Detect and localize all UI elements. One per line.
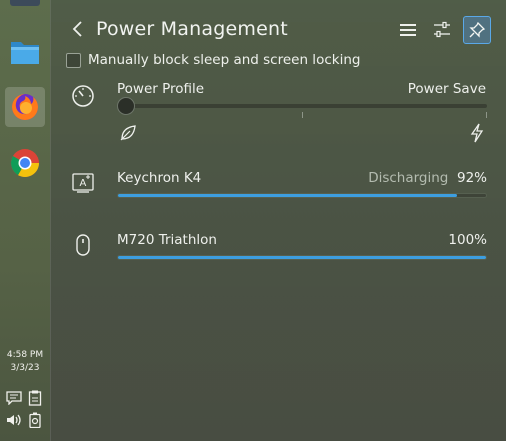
battery-icon[interactable] [27, 412, 43, 428]
battery-bar [117, 255, 487, 260]
battery-bar-fill [118, 256, 486, 259]
sliders-icon [434, 21, 450, 38]
power-profile-slider-handle[interactable] [117, 97, 135, 115]
power-profile-slider[interactable] [117, 104, 487, 108]
configure-button[interactable] [428, 16, 456, 44]
menu-button[interactable] [394, 16, 422, 44]
slider-tick [486, 112, 487, 118]
partial-app-icon[interactable] [10, 0, 40, 6]
back-button[interactable] [67, 18, 87, 40]
mouse-icon [76, 234, 90, 256]
block-sleep-checkbox[interactable] [66, 52, 81, 68]
slider-tick [302, 112, 303, 118]
power-management-popup: Power Management Manually block sleep an… [50, 0, 506, 441]
clock-date[interactable]: 3/3/23 [0, 362, 50, 375]
power-profile-label: Power Profile [117, 81, 205, 97]
device-status-text: Discharging [368, 170, 449, 186]
folder-icon [11, 42, 39, 64]
page-title: Power Management [96, 18, 288, 40]
pin-button[interactable] [463, 16, 491, 44]
firefox-app-button[interactable] [5, 87, 45, 127]
battery-bar [117, 193, 487, 198]
chevron-left-icon [72, 21, 82, 37]
hamburger-menu-icon [400, 24, 416, 36]
pin-icon [469, 22, 485, 38]
device-name: Keychron K4 [117, 170, 202, 186]
clipboard-icon[interactable] [27, 390, 43, 406]
leaf-icon [120, 125, 136, 141]
firefox-icon [12, 94, 38, 120]
device-status: Discharging 92% [368, 170, 487, 186]
power-profile-value: Power Save [407, 81, 486, 97]
notifications-icon[interactable] [6, 390, 22, 406]
lightning-icon [470, 123, 484, 143]
task-manager-dock: 4:58 PM 3/3/23 [0, 0, 51, 441]
block-sleep-checkbox-row[interactable]: Manually block sleep and screen locking [66, 51, 360, 69]
popup-header: Power Management [51, 10, 506, 50]
device-percent: 100% [448, 232, 487, 248]
device-percent: 92% [456, 170, 487, 186]
files-app-button[interactable] [5, 32, 45, 72]
block-sleep-label: Manually block sleep and screen locking [88, 52, 361, 68]
battery-bar-fill [118, 194, 457, 197]
volume-icon[interactable] [6, 412, 22, 428]
svg-text:A: A [80, 178, 87, 189]
chrome-app-button[interactable] [5, 143, 45, 183]
device-name: M720 Triathlon [117, 232, 217, 248]
keyboard-icon: A [72, 173, 94, 193]
chrome-icon [11, 149, 39, 177]
clock-time[interactable]: 4:58 PM [0, 349, 50, 362]
speedometer-icon [72, 85, 94, 107]
